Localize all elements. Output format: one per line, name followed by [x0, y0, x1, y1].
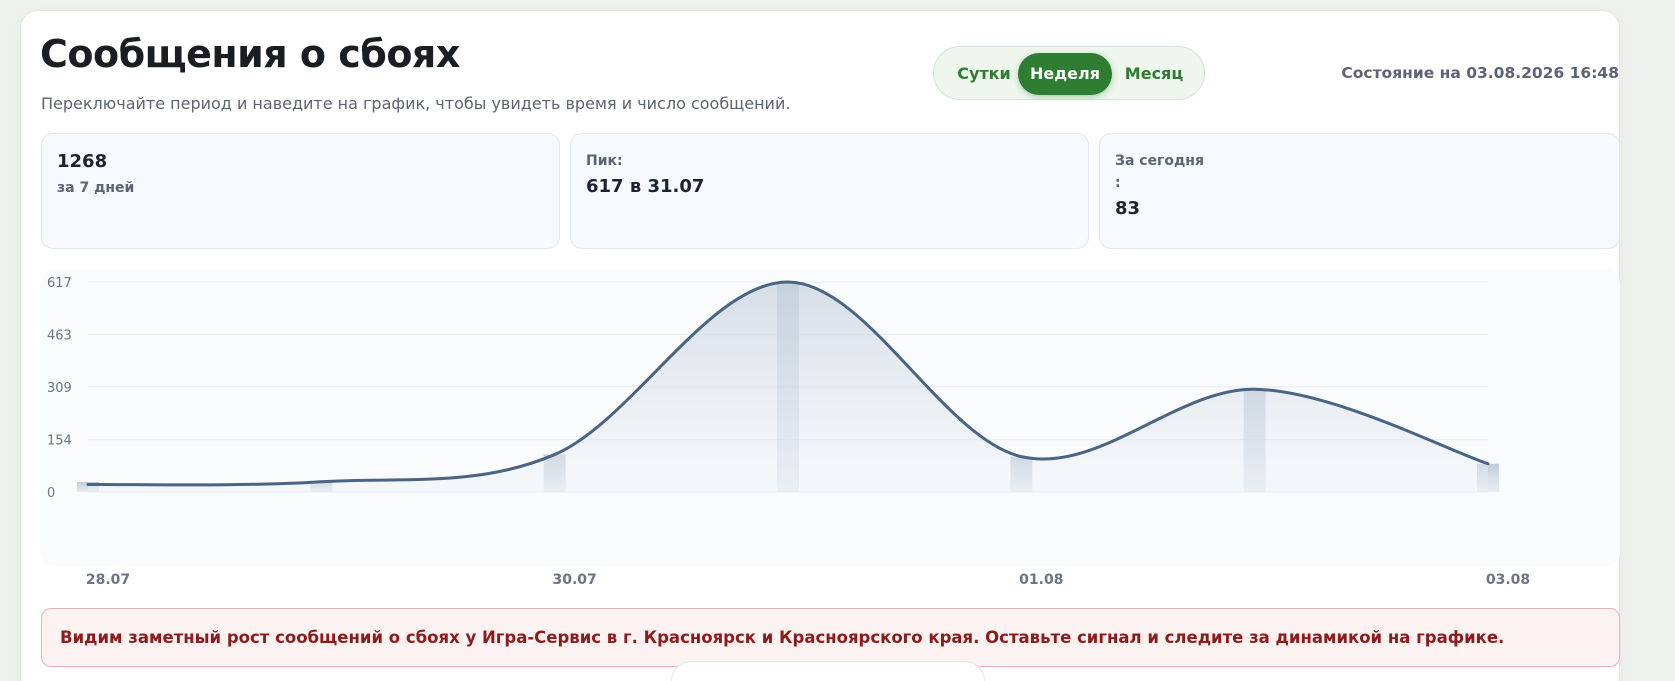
period-toggle: Сутки Неделя Месяц	[933, 46, 1205, 100]
y-tick-label: 463	[47, 328, 72, 343]
outage-chart[interactable]: 0 154 309 463 617	[40, 270, 1620, 566]
period-day-button[interactable]: Сутки	[944, 53, 1024, 95]
period-week-button[interactable]: Неделя	[1018, 53, 1112, 95]
x-tick-label: 28.07	[85, 572, 131, 588]
x-tick-label: 30.07	[552, 572, 597, 588]
stat-peak-value: 617 в 31.07	[586, 176, 705, 197]
stat-card-today: За сегодня : 83	[1099, 133, 1620, 249]
y-tick-label: 617	[47, 276, 72, 291]
page-title: Сообщения о сбоях	[40, 32, 460, 76]
y-tick-label: 309	[47, 381, 72, 396]
chart-area[interactable]: 0 154 309 463 617	[40, 270, 1620, 566]
stat-today-label: За сегодня	[1115, 153, 1204, 169]
stat-peak-label: Пик:	[586, 153, 623, 169]
y-tick-label: 154	[47, 434, 72, 449]
period-month-button[interactable]: Месяц	[1112, 53, 1196, 95]
y-tick-label: 0	[47, 486, 55, 501]
x-axis-labels: 28.07 30.07 01.08 03.08	[40, 572, 1620, 594]
alert-banner: Видим заметный рост сообщений о сбоях у …	[41, 608, 1620, 667]
x-tick-label: 01.08	[1019, 572, 1064, 588]
page-subtitle: Переключайте период и наведите на график…	[41, 94, 791, 113]
alert-text: Видим заметный рост сообщений о сбоях у …	[60, 628, 1505, 647]
bottom-panel-tab[interactable]	[671, 661, 985, 681]
stat-card-peak: Пик: 617 в 31.07	[570, 133, 1089, 249]
x-tick-label: 03.08	[1485, 572, 1531, 588]
stat-today-colon: :	[1115, 175, 1121, 191]
stat-card-total: 1268 за 7 дней	[41, 133, 560, 249]
stat-total-label: за 7 дней	[57, 180, 135, 196]
status-timestamp: Состояние на 03.08.2026 16:48	[1341, 64, 1619, 82]
stat-today-value: 83	[1115, 198, 1141, 219]
stat-total-value: 1268	[57, 151, 108, 172]
